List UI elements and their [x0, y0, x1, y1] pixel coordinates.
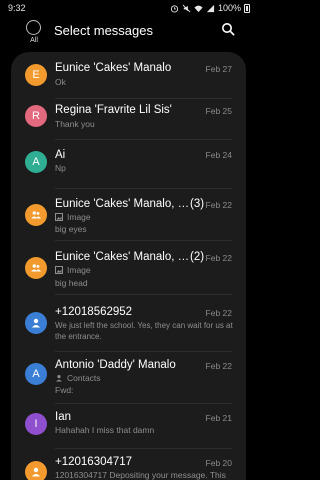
- message-snippet: Fwd:: [55, 385, 74, 395]
- message-date: Feb 22: [205, 308, 232, 318]
- conversation-row[interactable]: E Eunice 'Cakes' Manalo Feb 27 Ok: [11, 52, 246, 100]
- avatar: A: [25, 151, 47, 173]
- battery-icon: [244, 3, 250, 13]
- message-snippet: Thank you: [55, 119, 95, 129]
- message-count: (2): [190, 251, 205, 263]
- conversation-row[interactable]: +12018562952 Feb 22 We just left the sch…: [11, 295, 246, 352]
- alarm-icon: [170, 4, 179, 13]
- message-snippet: big head: [55, 278, 88, 288]
- avatar: [25, 204, 47, 226]
- signal-icon: [206, 4, 215, 12]
- row-divider: [55, 139, 232, 140]
- attachment-type: Image: [67, 212, 91, 222]
- message-snippet: Ok: [55, 77, 66, 87]
- conversation-row[interactable]: Eunice 'Cakes' Manalo, M… (2) Feb 22 Ima…: [11, 241, 246, 295]
- page-title: Select messages: [54, 23, 153, 38]
- contact-name: Eunice 'Cakes' Manalo, M…: [55, 251, 190, 263]
- message-snippet: We just left the school. Yes, they can w…: [55, 321, 233, 341]
- message-date: Feb 22: [205, 253, 232, 263]
- conversation-row[interactable]: +12016304717 Feb 20 12016304717 Depositi…: [11, 449, 246, 480]
- message-date: Feb 21: [205, 413, 232, 423]
- group-icon: [31, 211, 41, 219]
- wifi-icon: [194, 5, 203, 12]
- attachment-label: Image: [55, 212, 91, 222]
- mute-icon: [182, 4, 191, 12]
- message-snippet: Np: [55, 163, 66, 173]
- contact-name: Eunice 'Cakes' Manalo: [55, 62, 172, 74]
- avatar: A: [25, 363, 47, 385]
- conversation-row[interactable]: A Ai Feb 24 Np: [11, 141, 246, 189]
- avatar: [25, 312, 47, 334]
- conversation-row[interactable]: A Antonio 'Daddy' Manalo Feb 22 Contacts…: [11, 352, 246, 404]
- select-all-checkbox[interactable]: [26, 20, 41, 35]
- message-snippet: big eyes: [55, 224, 87, 234]
- status-time: 9:32: [8, 3, 26, 13]
- status-bar: 9:32 100%: [0, 0, 258, 16]
- avatar: E: [25, 64, 47, 86]
- selection-header: All Select messages: [0, 16, 258, 52]
- avatar: [25, 461, 47, 480]
- battery-percent: 100%: [217, 3, 241, 13]
- contact-name: Ian: [55, 411, 71, 423]
- message-date: Feb 25: [205, 106, 232, 116]
- message-date: Feb 22: [205, 361, 232, 371]
- attachment-label: Contacts: [55, 373, 101, 383]
- group-icon: [31, 264, 41, 272]
- avatar: I: [25, 413, 47, 435]
- contact-name: +12018562952: [55, 306, 133, 318]
- attachment-type: Image: [67, 265, 91, 275]
- message-date: Feb 20: [205, 458, 232, 468]
- message-date: Feb 24: [205, 150, 232, 160]
- conversation-list[interactable]: E Eunice 'Cakes' Manalo Feb 27 Ok R Regi…: [11, 52, 246, 480]
- contact-name: Antonio 'Daddy' Manalo: [55, 359, 176, 371]
- message-snippet: Hahahah I miss that damn: [55, 425, 155, 435]
- contact-name: Regina 'Fravrite Lil Sis': [55, 104, 172, 116]
- contact-name: Ai: [55, 149, 66, 161]
- avatar: [25, 257, 47, 279]
- person-icon: [32, 467, 40, 477]
- search-icon[interactable]: [221, 22, 235, 36]
- message-date: Feb 27: [205, 64, 232, 74]
- attachment-label: Image: [55, 265, 91, 275]
- image-icon: [55, 266, 63, 274]
- contact-name: Eunice 'Cakes' Manalo, M…: [55, 198, 190, 210]
- image-icon: [55, 213, 63, 221]
- contact-name: +12016304717: [55, 456, 133, 468]
- contact-icon: [56, 375, 62, 382]
- attachment-type: Contacts: [67, 373, 101, 383]
- status-icons: 100%: [170, 3, 250, 13]
- conversation-row[interactable]: I Ian Feb 21 Hahahah I miss that damn: [11, 404, 246, 449]
- select-all-label: All: [30, 37, 38, 44]
- message-snippet: 12016304717 Depositing your message. Thi…: [55, 470, 226, 480]
- message-date: Feb 22: [205, 200, 232, 210]
- conversation-row[interactable]: R Regina 'Fravrite Lil Sis' Feb 25 Thank…: [11, 99, 246, 141]
- avatar: R: [25, 105, 47, 127]
- conversation-row[interactable]: Eunice 'Cakes' Manalo, M… (3) Feb 22 Ima…: [11, 189, 246, 241]
- message-count: (3): [190, 198, 205, 210]
- person-icon: [32, 318, 40, 328]
